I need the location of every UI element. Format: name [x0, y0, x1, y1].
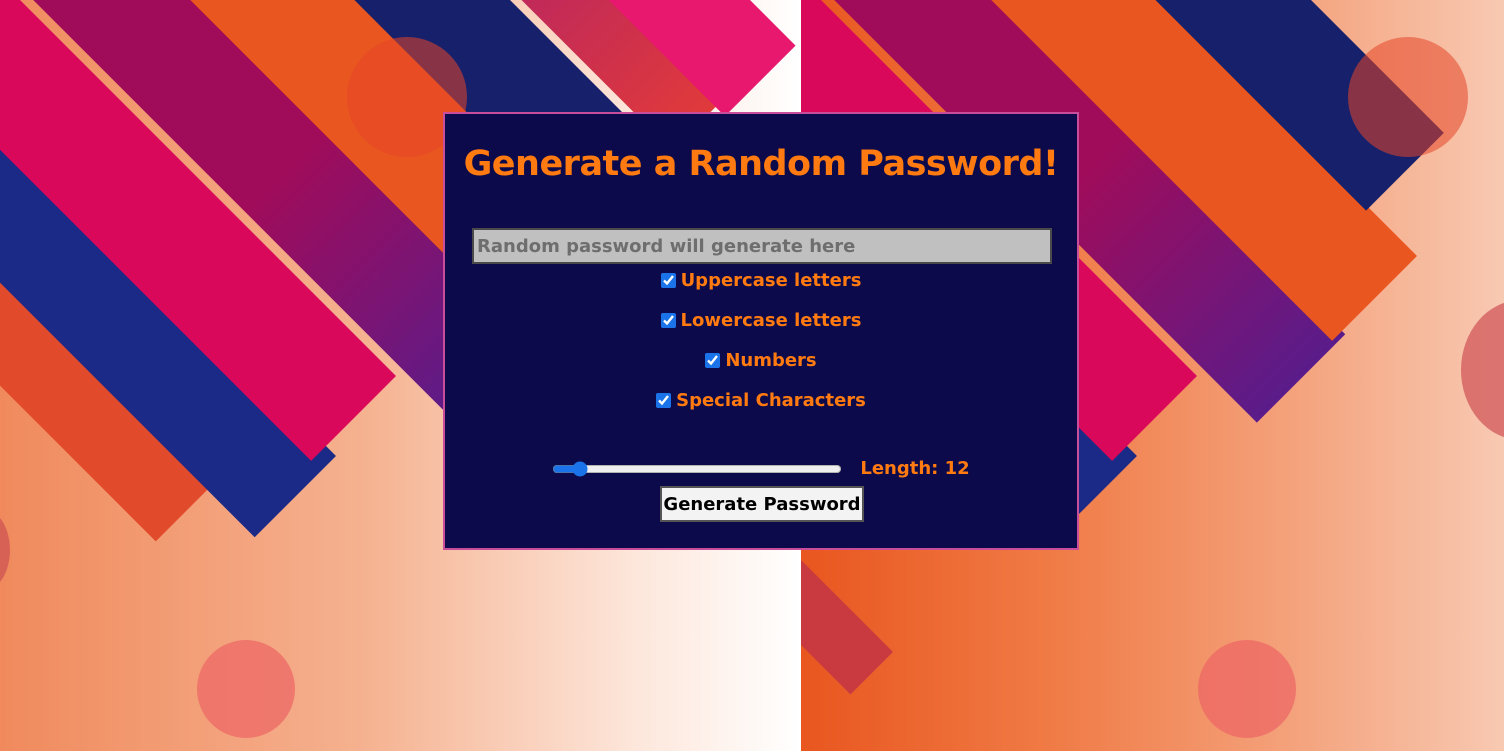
- uppercase-checkbox[interactable]: [660, 273, 676, 288]
- option-numbers: Numbers: [445, 350, 1077, 371]
- special-characters-checkbox[interactable]: [656, 393, 672, 408]
- option-uppercase: Uppercase letters: [445, 270, 1077, 291]
- generate-password-button[interactable]: Generate Password: [660, 486, 864, 522]
- bg-circle: [1198, 640, 1296, 738]
- bg-circle: [197, 640, 295, 738]
- length-label: Length: 12: [860, 458, 970, 479]
- bg-circle: [1461, 300, 1504, 440]
- page-title: Generate a Random Password!: [463, 144, 1059, 184]
- lowercase-label[interactable]: Lowercase letters: [681, 310, 862, 331]
- special-characters-label[interactable]: Special Characters: [676, 390, 866, 411]
- password-generator-card: Generate a Random Password! Uppercase le…: [443, 112, 1079, 550]
- bg-circle: [1348, 37, 1468, 157]
- numbers-label[interactable]: Numbers: [725, 350, 816, 371]
- bg-stripe: [801, 560, 893, 695]
- password-output-field[interactable]: [472, 228, 1052, 264]
- numbers-checkbox[interactable]: [705, 353, 721, 368]
- uppercase-label[interactable]: Uppercase letters: [681, 270, 862, 291]
- option-lowercase: Lowercase letters: [445, 310, 1077, 331]
- length-slider[interactable]: [552, 460, 843, 477]
- bg-circle: [0, 510, 10, 590]
- lowercase-checkbox[interactable]: [660, 313, 676, 328]
- length-control: Length: 12: [445, 458, 1077, 479]
- option-special: Special Characters: [445, 390, 1077, 411]
